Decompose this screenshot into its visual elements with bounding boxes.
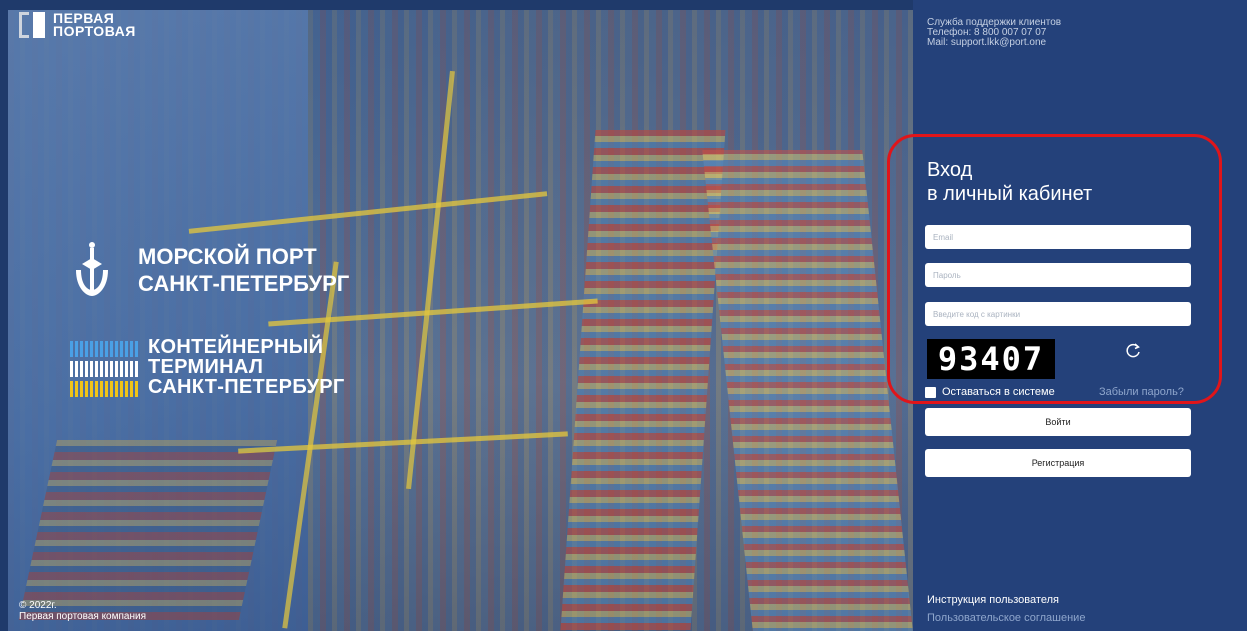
- terminal-logo: КОНТЕЙНЕРНЫЙ ТЕРМИНАЛ САНКТ-ПЕТЕРБУРГ: [70, 337, 345, 397]
- login-page: ПЕРВАЯ ПОРТОВАЯ МОРСКОЙ ПОРТ САНКТ-ПЕТЕР…: [0, 0, 1247, 631]
- support-mail: Mail: support.lkk@port.one: [927, 37, 1047, 48]
- copyright-company: Первая портовая компания: [19, 611, 146, 622]
- trident-anchor-icon: [76, 242, 108, 296]
- container-yard: [560, 130, 726, 630]
- login-button[interactable]: Войти: [925, 408, 1191, 436]
- terminal-name-line3: САНКТ-ПЕТЕРБУРГ: [148, 376, 345, 398]
- company-name-line2: ПОРТОВАЯ: [53, 23, 136, 39]
- highlight-outline: [887, 134, 1222, 404]
- copyright: © 2022г. Первая портовая компания: [19, 600, 146, 622]
- terminal-bars-icon: [70, 341, 140, 397]
- terminal-name-line1: КОНТЕЙНЕРНЫЙ: [148, 336, 324, 358]
- user-instructions-link[interactable]: Инструкция пользователя: [927, 594, 1059, 606]
- terminal-name-line2: ТЕРМИНАЛ: [148, 356, 264, 378]
- seaport-name-line1: МОРСКОЙ ПОРТ: [138, 244, 317, 269]
- crane-leg: [406, 70, 455, 490]
- register-button[interactable]: Регистрация: [925, 449, 1191, 477]
- company-logo: ПЕРВАЯ ПОРТОВАЯ: [19, 11, 136, 39]
- container-yard: [702, 150, 913, 631]
- container-ship: [18, 440, 278, 620]
- support-info: Служба поддержки клиентов Телефон: 8 800…: [927, 18, 1061, 48]
- seaport-name-line2: САНКТ-ПЕТЕРБУРГ: [138, 271, 350, 296]
- seaport-logo: МОРСКОЙ ПОРТ САНКТ-ПЕТЕРБУРГ: [72, 240, 349, 300]
- crane-beam: [268, 298, 598, 327]
- copyright-year: © 2022г.: [19, 600, 57, 611]
- user-agreement-link[interactable]: Пользовательское соглашение: [927, 612, 1085, 624]
- company-logo-icon: [19, 12, 47, 38]
- port-background-image: [8, 10, 913, 631]
